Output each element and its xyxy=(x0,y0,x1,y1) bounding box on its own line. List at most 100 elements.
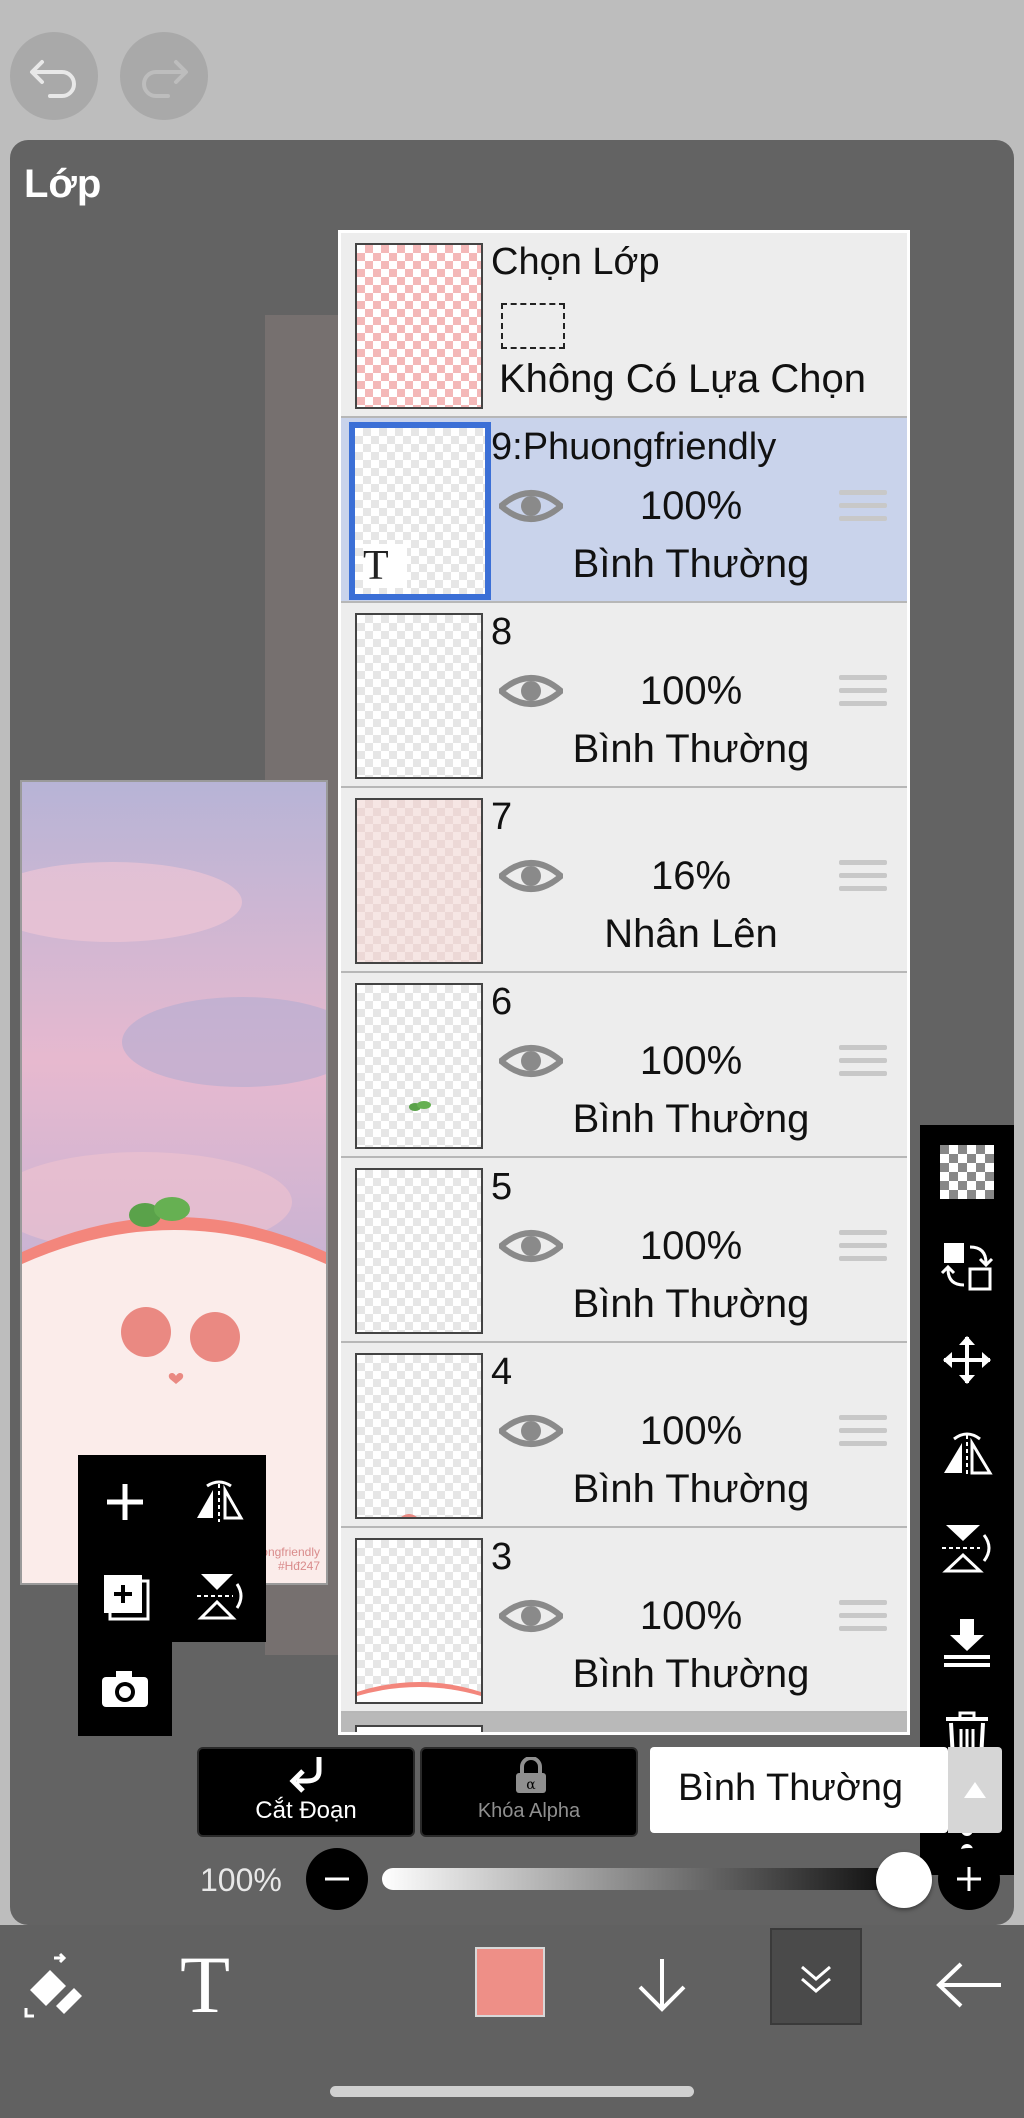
layer-name: 8 xyxy=(491,611,513,653)
next-layer-row-partial xyxy=(341,1713,907,1732)
layer-thumbnail-art xyxy=(357,1682,481,1702)
flip-horizontal-layer-button[interactable] xyxy=(920,1407,1014,1501)
layer-row-4[interactable]: 4 100% Bình Thường xyxy=(341,1343,907,1528)
undo-icon xyxy=(30,60,76,98)
text-tool-button[interactable]: T xyxy=(155,1925,255,2045)
flip-horizontal-icon xyxy=(944,1432,993,1477)
svg-text:α: α xyxy=(526,1777,536,1793)
blend-mode-select[interactable]: Bình Thường xyxy=(650,1747,948,1833)
layer-thumbnail xyxy=(355,798,483,964)
layer-thumbnail xyxy=(355,1168,483,1334)
layer-opacity: 100% xyxy=(639,1409,743,1453)
layer-row-6[interactable]: 6 100% Bình Thường xyxy=(341,973,907,1158)
visibility-eye-icon[interactable] xyxy=(499,1596,563,1636)
drag-handle-icon[interactable] xyxy=(839,1230,887,1266)
layer-blend-mode: Bình Thường xyxy=(572,1652,810,1696)
visibility-eye-icon[interactable] xyxy=(499,1411,563,1451)
layer-name: 4 xyxy=(491,1351,513,1393)
layer-list[interactable]: Chọn Lớp Không Có Lựa Chọn T 9:Phuongfri… xyxy=(338,230,910,1735)
visibility-eye-icon[interactable] xyxy=(499,486,563,526)
arrow-left-icon xyxy=(936,1962,1001,2008)
visibility-eye-icon[interactable] xyxy=(499,671,563,711)
layer-row-7[interactable]: 7 16% Nhân Lên xyxy=(341,788,907,973)
flip-vertical-layer-button[interactable] xyxy=(920,1501,1014,1595)
visibility-eye-icon[interactable] xyxy=(499,1226,563,1266)
alpha-lock-button[interactable]: α Khóa Alpha xyxy=(420,1747,638,1837)
drag-handle-icon[interactable] xyxy=(839,860,887,896)
leaf-thumbnail-art xyxy=(409,1101,431,1111)
flip-vertical-icon xyxy=(942,1525,991,1573)
opacity-value-label: 100% xyxy=(200,1862,282,1898)
visibility-eye-icon[interactable] xyxy=(499,1041,563,1081)
layer-opacity: 100% xyxy=(639,1594,743,1638)
layer-name: 6 xyxy=(491,981,513,1023)
text-tool-icon: T xyxy=(179,1939,231,2030)
swap-layer-button[interactable] xyxy=(920,1219,1014,1313)
clipping-label: Cắt Đoạn xyxy=(255,1797,357,1824)
selection-title: Chọn Lớp xyxy=(491,241,660,283)
camera-icon xyxy=(102,1671,148,1707)
layer-thumbnail: T xyxy=(349,422,491,600)
flip-horizontal-button[interactable] xyxy=(172,1455,266,1549)
move-down-button[interactable] xyxy=(612,1925,712,2045)
selection-thumbnail xyxy=(355,243,483,409)
redo-button[interactable] xyxy=(120,32,208,120)
checkerboard-icon xyxy=(940,1145,994,1199)
layer-name: 5 xyxy=(491,1166,513,1208)
layer-blend-mode: Bình Thường xyxy=(572,727,810,771)
tool-select-button[interactable] xyxy=(5,1925,105,2045)
layer-row-9[interactable]: T 9:Phuongfriendly 100% Bình Thường xyxy=(341,418,907,603)
current-color-swatch[interactable] xyxy=(475,1947,545,2017)
layer-opacity: 100% xyxy=(639,484,743,528)
add-image-layer-button[interactable] xyxy=(78,1549,172,1643)
drag-handle-icon[interactable] xyxy=(839,1415,887,1451)
layer-panel: Lớp Phuongfriendly #Hđ247 Chọn Lớp Không… xyxy=(10,140,1014,1925)
panel-title: Lớp xyxy=(24,162,102,206)
flip-horizontal-icon xyxy=(197,1480,244,1522)
text-layer-badge: T xyxy=(363,544,407,588)
layer-thumbnail xyxy=(355,613,483,779)
quick-tools-panel xyxy=(78,1455,266,1642)
drag-handle-icon[interactable] xyxy=(839,1045,887,1081)
eraser-tool-icon xyxy=(24,1952,82,2018)
add-layer-button[interactable] xyxy=(78,1455,172,1549)
clipping-button[interactable]: Cắt Đoạn xyxy=(197,1747,415,1837)
undo-button[interactable] xyxy=(10,32,98,120)
opacity-decrease-button[interactable] xyxy=(306,1848,368,1910)
layer-blend-mode: Bình Thường xyxy=(572,1097,810,1141)
drag-handle-icon[interactable] xyxy=(839,675,887,711)
clip-arrow-icon xyxy=(289,1757,322,1793)
layer-thumbnail-art xyxy=(401,1514,417,1517)
layer-blend-mode: Bình Thường xyxy=(572,542,810,586)
transparency-button[interactable] xyxy=(920,1125,1014,1219)
drag-handle-icon[interactable] xyxy=(839,490,887,526)
layer-name: 3 xyxy=(491,1536,513,1578)
layer-blend-mode: Bình Thường xyxy=(572,1282,810,1326)
selection-layer-row[interactable]: Chọn Lớp Không Có Lựa Chọn xyxy=(341,233,907,418)
opacity-increase-button[interactable] xyxy=(938,1848,1000,1910)
move-arrows-icon xyxy=(943,1336,991,1384)
back-button[interactable] xyxy=(920,1925,1020,2045)
layer-panel-toggle[interactable] xyxy=(770,1928,862,2025)
layer-opacity: 16% xyxy=(650,854,732,898)
redo-icon xyxy=(142,60,188,98)
opacity-slider-thumb[interactable] xyxy=(876,1852,932,1908)
camera-button[interactable] xyxy=(78,1642,172,1736)
plus-icon xyxy=(957,1867,981,1891)
visibility-eye-icon[interactable] xyxy=(499,856,563,896)
blend-mode-dropdown-button[interactable] xyxy=(948,1747,1002,1833)
opacity-slider-track[interactable] xyxy=(382,1868,922,1890)
layer-add-icon xyxy=(104,1575,150,1621)
move-button[interactable] xyxy=(920,1313,1014,1407)
layer-thumbnail xyxy=(355,983,483,1149)
layer-row-3[interactable]: 3 100% Bình Thường xyxy=(341,1528,907,1713)
selection-status: Không Có Lựa Chọn xyxy=(499,357,867,401)
camera-tool-panel xyxy=(78,1642,172,1736)
merge-down-button[interactable] xyxy=(920,1595,1014,1689)
layer-name: 7 xyxy=(491,796,513,838)
layer-row-5[interactable]: 5 100% Bình Thường xyxy=(341,1158,907,1343)
flip-vertical-button[interactable] xyxy=(172,1549,266,1643)
layer-row-8[interactable]: 8 100% Bình Thường xyxy=(341,603,907,788)
drag-handle-icon[interactable] xyxy=(839,1600,887,1636)
layer-thumbnail xyxy=(355,1353,483,1519)
